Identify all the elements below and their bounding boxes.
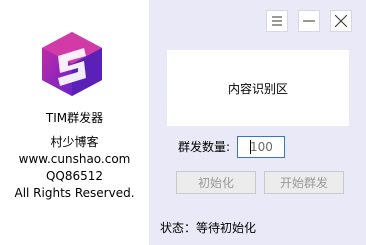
minimize-icon bbox=[303, 20, 315, 22]
close-icon bbox=[335, 15, 347, 27]
rights-text: All Rights Reserved. bbox=[14, 186, 135, 200]
author-text: 村少博客 bbox=[50, 135, 99, 149]
info-panel: TIM群发器 村少博客 www.cunshao.com QQ86512 All … bbox=[0, 0, 149, 245]
text-caret bbox=[250, 140, 251, 154]
qq-text: QQ86512 bbox=[45, 169, 104, 183]
send-count-input[interactable] bbox=[237, 136, 285, 158]
status-text: 状态：等待初始化 bbox=[160, 221, 257, 235]
recognition-label: 内容识别区 bbox=[227, 81, 288, 96]
menu-icon bbox=[272, 16, 282, 26]
menu-button[interactable] bbox=[266, 10, 288, 32]
minimize-button[interactable] bbox=[298, 10, 320, 32]
content-recognition-area[interactable]: 内容识别区 bbox=[167, 50, 349, 126]
app-name: TIM群发器 bbox=[45, 111, 104, 125]
initialize-button[interactable]: 初始化 bbox=[176, 171, 256, 194]
close-button[interactable] bbox=[330, 10, 352, 32]
app-logo-icon bbox=[42, 32, 102, 96]
send-count-label: 群发数量: bbox=[178, 140, 231, 154]
website-text: www.cunshao.com bbox=[18, 152, 131, 166]
start-send-button[interactable]: 开始群发 bbox=[264, 171, 344, 194]
